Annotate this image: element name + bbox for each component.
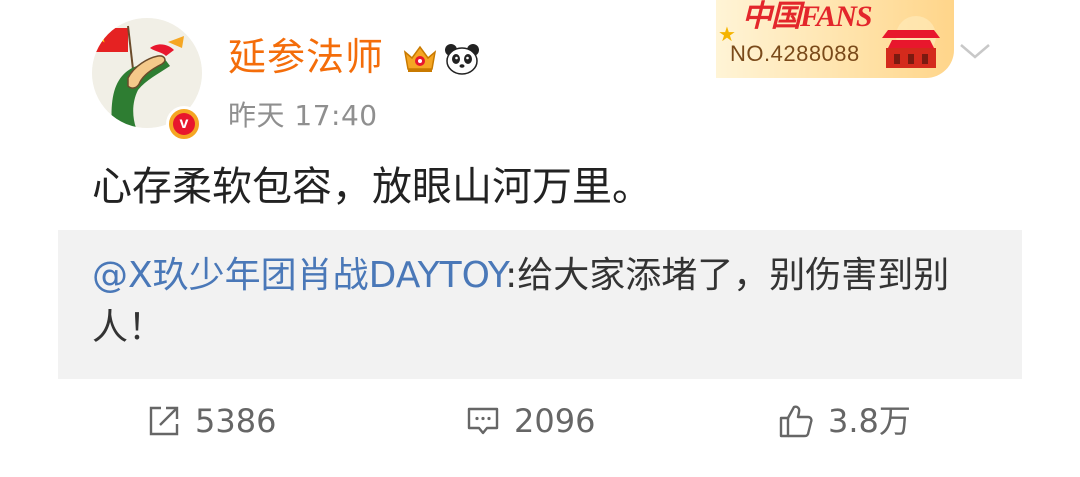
verified-icon: v: [173, 113, 195, 135]
comment-icon: [467, 407, 499, 435]
weibo-post: v 延参法师 昨天 17:40 ★ 中国FANS NO.4288088 心存柔软…: [0, 0, 1080, 477]
comment-count: 2096: [514, 402, 596, 440]
repost-mention-link[interactable]: @X玖少年团肖战DAYTOY: [92, 255, 505, 296]
fans-badge[interactable]: ★ 中国FANS NO.4288088: [716, 0, 954, 78]
post-body-text: 心存柔软包容，放眼山河万里。: [92, 164, 652, 210]
fans-badge-title: 中国FANS: [742, 0, 873, 33]
tiananmen-icon: [882, 16, 940, 68]
thumbs-up-icon: [779, 405, 813, 438]
repost-button[interactable]: 5386: [147, 396, 276, 446]
repost-count: 5386: [195, 402, 277, 440]
comment-button[interactable]: 2096: [466, 396, 595, 446]
crown-icon: [403, 45, 437, 72]
fans-badge-number: NO.4288088: [730, 41, 860, 66]
post-timestamp: 昨天 17:40: [228, 99, 378, 132]
repost-content: @X玖少年团肖战DAYTOY:给大家添堵了，别伤害到别人！: [92, 250, 1002, 354]
avatar[interactable]: v: [92, 18, 204, 142]
repost-quote[interactable]: @X玖少年团肖战DAYTOY:给大家添堵了，别伤害到别人！: [58, 230, 1022, 379]
like-button[interactable]: 3.8万: [778, 396, 911, 446]
verified-badge: v: [166, 106, 202, 142]
like-count: 3.8万: [828, 402, 911, 440]
panda-icon: [445, 44, 479, 75]
chevron-down-icon[interactable]: [958, 40, 992, 62]
author-name[interactable]: 延参法师: [228, 34, 384, 80]
share-icon: [149, 406, 179, 436]
